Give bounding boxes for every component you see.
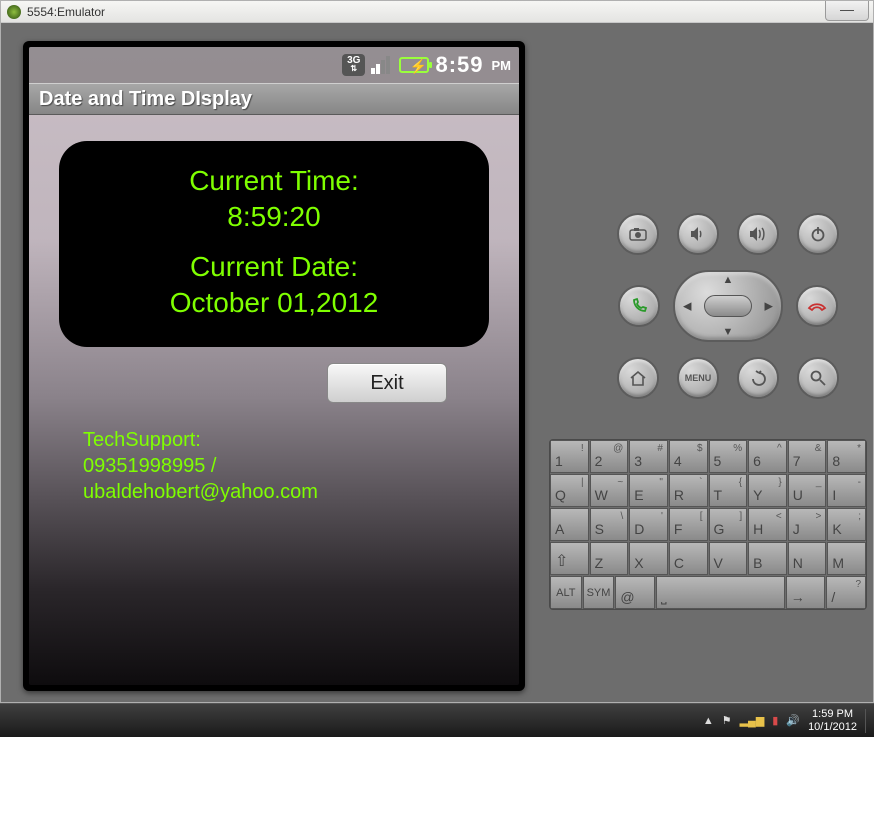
tray-clock[interactable]: 1:59 PM 10/1/2012 [808, 708, 857, 734]
key-8[interactable]: 8* [827, 440, 866, 473]
key-s[interactable]: S\ [590, 508, 629, 541]
key-7[interactable]: 7& [788, 440, 827, 473]
menu-button[interactable]: MENU [677, 357, 719, 399]
dpad-up[interactable]: ▲ [723, 274, 734, 286]
volume-up-button[interactable] [737, 213, 779, 255]
key-space[interactable]: ⎵ [656, 576, 785, 609]
key-f[interactable]: F[ [669, 508, 708, 541]
date-label: Current Date: [79, 249, 469, 285]
support-phone: 09351998995 / [83, 453, 489, 479]
time-value: 8:59:20 [79, 199, 469, 235]
system-tray[interactable]: ▲ ⚑ ▂▄▆ ▮ 🔊 1:59 PM 10/1/2012 [703, 708, 866, 734]
key-i[interactable]: I- [827, 474, 866, 507]
key-sym[interactable]: SYM [583, 576, 615, 609]
key-d[interactable]: D' [629, 508, 668, 541]
show-desktop-button[interactable] [865, 709, 866, 733]
key-h[interactable]: H< [748, 508, 787, 541]
key-x[interactable]: X [629, 542, 668, 575]
power-button[interactable] [797, 213, 839, 255]
app-title: Date and Time DIsplay [39, 88, 252, 111]
key-r[interactable]: R` [669, 474, 708, 507]
tray-date: 10/1/2012 [808, 721, 857, 734]
key-q[interactable]: Q| [550, 474, 589, 507]
key-1[interactable]: 1! [550, 440, 589, 473]
key-z[interactable]: Z [590, 542, 629, 575]
app-titlebar: Date and Time DIsplay [29, 83, 519, 115]
window-body: 3G⇅ ⚡ 8:59 PM Date and Time DIsplay [1, 23, 873, 702]
key-at[interactable]: @ [615, 576, 655, 609]
tray-network-icon[interactable]: ▂▄▆ [740, 714, 765, 727]
key-j[interactable]: J> [788, 508, 827, 541]
battery-charging-icon: ⚡ [399, 57, 429, 73]
hardware-keyboard: 1!2@3#4$5%6^7&8* Q|W~E"R`T{Y}U_I- AS\D'F[G… [549, 439, 867, 610]
android-statusbar: 3G⇅ ⚡ 8:59 PM [29, 47, 519, 83]
key-a[interactable]: A [550, 508, 589, 541]
date-value: October 01,2012 [79, 285, 469, 321]
tray-arrow-icon[interactable]: ▲ [703, 715, 714, 727]
key-5[interactable]: 5% [709, 440, 748, 473]
key-alt[interactable]: ALT [550, 576, 582, 609]
key-e[interactable]: E" [629, 474, 668, 507]
end-call-button[interactable] [796, 285, 838, 327]
window-title: 5554:Emulator [27, 5, 105, 19]
key-2[interactable]: 2@ [590, 440, 629, 473]
dpad-right[interactable]: ▶ [765, 300, 773, 313]
phone-frame: 3G⇅ ⚡ 8:59 PM Date and Time DIsplay [23, 41, 525, 691]
key-slash[interactable]: /? [826, 576, 866, 609]
call-button[interactable] [618, 285, 660, 327]
dpad-center[interactable] [704, 295, 752, 317]
key-arrow[interactable]: → [786, 576, 826, 609]
key-v[interactable]: V [709, 542, 748, 575]
dpad-left[interactable]: ◀ [683, 300, 691, 313]
tray-time: 1:59 PM [808, 708, 857, 721]
network-3g-icon: 3G⇅ [342, 54, 365, 76]
tray-battery-icon[interactable]: ▮ [772, 714, 778, 727]
camera-button[interactable] [617, 213, 659, 255]
statusbar-time: 8:59 [435, 52, 483, 78]
app-content: Current Time: 8:59:20 Current Date: Octo… [29, 115, 519, 685]
key-6[interactable]: 6^ [748, 440, 787, 473]
volume-down-button[interactable] [677, 213, 719, 255]
tray-volume-icon[interactable]: 🔊 [786, 714, 800, 727]
key-t[interactable]: T{ [709, 474, 748, 507]
home-button[interactable] [617, 357, 659, 399]
key-g[interactable]: G] [709, 508, 748, 541]
exit-button[interactable]: Exit [327, 363, 447, 403]
emulator-window: 5554:Emulator — 3G⇅ ⚡ [0, 0, 874, 703]
window-minimize-button[interactable]: — [825, 1, 869, 21]
tech-support-info: TechSupport: 09351998995 / ubaldehobert@… [59, 403, 489, 505]
key-k[interactable]: K; [827, 508, 866, 541]
signal-icon [371, 56, 393, 74]
controls-pane: ▲ ▼ ◀ ▶ MENU [549, 23, 873, 702]
key-m[interactable]: M [827, 542, 866, 575]
key-n[interactable]: N [788, 542, 827, 575]
hardware-buttons: ▲ ▼ ◀ ▶ MENU [617, 213, 839, 399]
key-shift[interactable]: ⇧ [550, 542, 589, 575]
time-label: Current Time: [79, 163, 469, 199]
dpad-down[interactable]: ▼ [723, 326, 734, 338]
windows-taskbar[interactable]: ▲ ⚑ ▂▄▆ ▮ 🔊 1:59 PM 10/1/2012 [0, 703, 874, 737]
key-u[interactable]: U_ [788, 474, 827, 507]
key-4[interactable]: 4$ [669, 440, 708, 473]
device-pane: 3G⇅ ⚡ 8:59 PM Date and Time DIsplay [1, 23, 549, 702]
dpad[interactable]: ▲ ▼ ◀ ▶ [668, 269, 788, 343]
tray-flag-icon[interactable]: ⚑ [722, 714, 732, 727]
statusbar-ampm: PM [492, 58, 512, 73]
datetime-panel: Current Time: 8:59:20 Current Date: Octo… [59, 141, 489, 347]
support-label: TechSupport: [83, 427, 489, 453]
back-button[interactable] [737, 357, 779, 399]
support-email: ubaldehobert@yahoo.com [83, 479, 489, 505]
page-whitespace [0, 737, 874, 831]
phone-screen: 3G⇅ ⚡ 8:59 PM Date and Time DIsplay [29, 47, 519, 685]
key-3[interactable]: 3# [629, 440, 668, 473]
app-icon [7, 5, 21, 19]
key-b[interactable]: B [748, 542, 787, 575]
key-c[interactable]: C [669, 542, 708, 575]
search-button[interactable] [797, 357, 839, 399]
key-y[interactable]: Y} [748, 474, 787, 507]
window-titlebar[interactable]: 5554:Emulator — [1, 1, 873, 23]
key-w[interactable]: W~ [590, 474, 629, 507]
